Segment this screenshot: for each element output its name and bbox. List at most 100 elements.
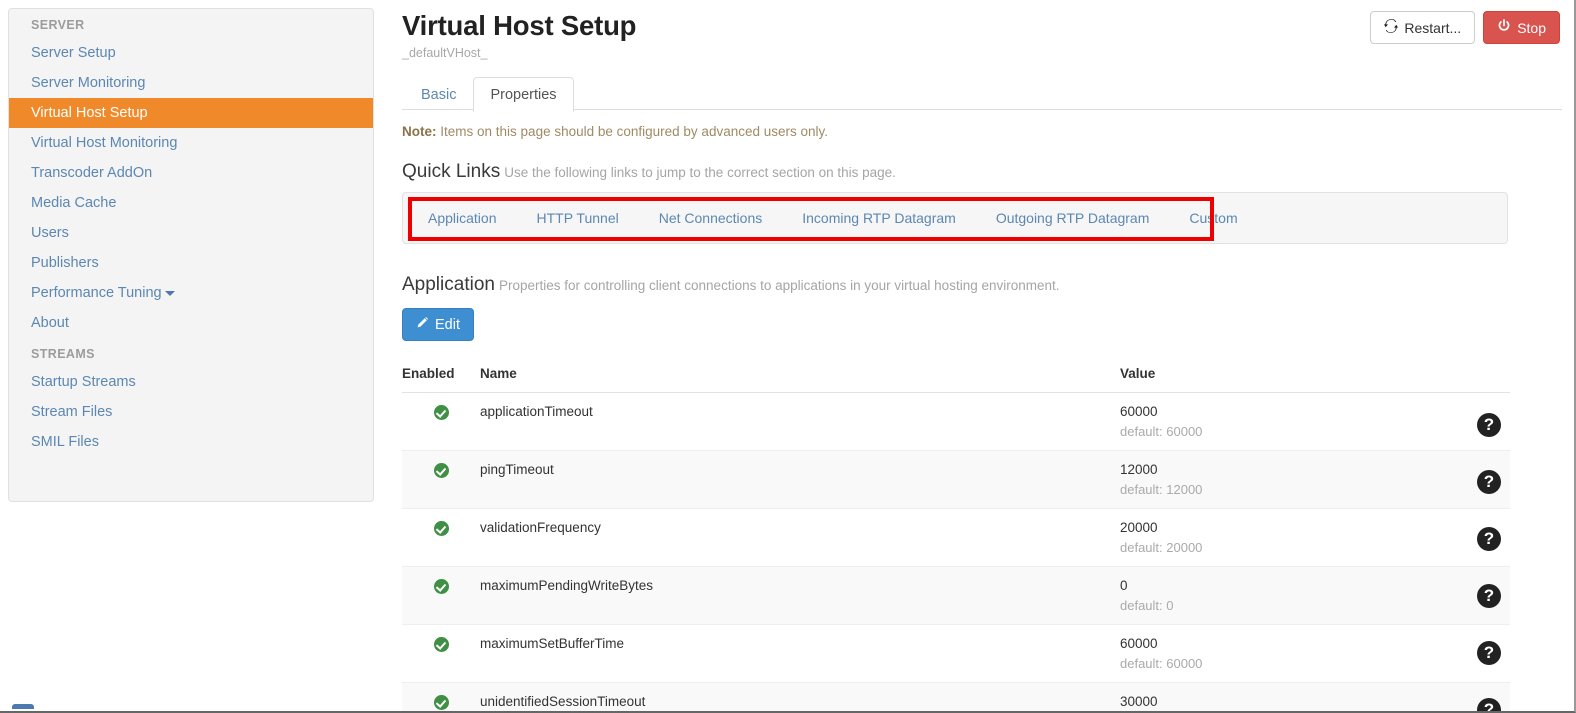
help-circle-icon[interactable]: ?: [1477, 584, 1501, 608]
check-circle-icon: [433, 636, 449, 652]
cell-enabled: [402, 508, 480, 567]
sidebar-item-label: Media Cache: [31, 195, 117, 211]
property-value: 60000: [1120, 636, 1158, 651]
sidebar-item-label: Publishers: [31, 255, 99, 271]
quick-links-panel: Application HTTP Tunnel Net Connections Inc…: [402, 192, 1508, 244]
stop-button[interactable]: Stop: [1483, 11, 1560, 44]
property-value: 30000: [1120, 694, 1158, 709]
sidebar-item-label: Stream Files: [31, 404, 113, 420]
sidebar-item-smil-files[interactable]: SMIL Files: [9, 427, 373, 457]
check-circle-icon: [433, 578, 449, 594]
property-default-value: default: 20000: [1120, 540, 1203, 555]
edit-button-label: Edit: [435, 316, 460, 333]
sidebar-item-startup-streams[interactable]: Startup Streams: [9, 367, 373, 397]
quick-links-title: Quick Links: [402, 161, 501, 182]
cell-property-value: 0 default: 0: [1120, 566, 1450, 625]
sidebar-item-label: Startup Streams: [31, 374, 136, 390]
window-actions: Restart... Stop: [1370, 11, 1560, 44]
cell-property-name: unidentifiedSessionTimeout: [480, 682, 1120, 711]
check-circle-icon: [433, 520, 449, 536]
sidebar-item-label: Virtual Host Monitoring: [31, 135, 178, 151]
sidebar-item-label: Users: [31, 225, 69, 241]
check-circle-icon: [433, 404, 449, 420]
table-header-row: Enabled Name Value: [402, 355, 1510, 393]
cell-enabled: [402, 682, 480, 711]
column-header-enabled: Enabled: [402, 355, 480, 393]
quick-link-application[interactable]: Application: [428, 210, 497, 226]
help-circle-icon[interactable]: ?: [1477, 470, 1501, 494]
application-section-description: Properties for controlling client connec…: [498, 278, 1060, 293]
note-text: Items on this page should be configured …: [440, 124, 829, 139]
sidebar-item-label: Performance Tuning: [31, 285, 162, 301]
restart-button-label: Restart...: [1404, 19, 1462, 36]
application-section-title: Application: [402, 274, 495, 295]
application-window: SERVER Server Setup Server Monitoring Virtu…: [0, 0, 1576, 713]
cell-property-name: validationFrequency: [480, 508, 1120, 567]
property-value: 20000: [1120, 520, 1158, 535]
property-default-value: default: 60000: [1120, 424, 1203, 439]
cell-property-name: maximumSetBufferTime: [480, 624, 1120, 683]
sidebar-item-users[interactable]: Users: [9, 218, 373, 248]
cell-property-name: applicationTimeout: [480, 392, 1120, 451]
cell-enabled: [402, 624, 480, 683]
edit-button[interactable]: Edit: [402, 308, 474, 341]
sidebar-item-virtual-host-setup[interactable]: Virtual Host Setup: [9, 98, 373, 128]
refresh-icon: [1384, 19, 1399, 36]
column-header-value: Value: [1120, 355, 1450, 393]
cell-enabled: [402, 566, 480, 625]
chevron-down-icon: [164, 290, 175, 296]
sidebar-item-server-monitoring[interactable]: Server Monitoring: [9, 68, 373, 98]
application-section-heading: Application Properties for controlling cl…: [402, 274, 1562, 296]
quick-link-net-connections[interactable]: Net Connections: [659, 210, 763, 226]
cell-enabled: [402, 392, 480, 451]
help-circle-icon[interactable]: ?: [1477, 641, 1501, 665]
table-row: maximumPendingWriteBytes 0 default: 0: [402, 566, 1510, 625]
sidebar-item-performance-tuning[interactable]: Performance Tuning: [9, 278, 373, 308]
quick-links-heading: Quick Links Use the following links to ju…: [402, 161, 1562, 183]
property-default-value: default: 0: [1120, 598, 1174, 613]
sidebar-item-transcoder-addon[interactable]: Transcoder AddOn: [9, 158, 373, 188]
restart-button[interactable]: Restart...: [1370, 11, 1476, 44]
sidebar-group-title: STREAMS: [31, 347, 95, 361]
sidebar-item-label: Transcoder AddOn: [31, 165, 153, 181]
cell-property-value: 30000: [1120, 682, 1450, 711]
cell-enabled: [402, 450, 480, 509]
page-bottom-stub: [12, 704, 34, 709]
page-subtitle: _defaultVHost_: [402, 46, 488, 60]
sidebar-item-label: SMIL Files: [31, 434, 99, 450]
property-default-value: default: 60000: [1120, 656, 1203, 671]
quick-links-description: Use the following links to jump to the c…: [504, 165, 896, 180]
column-header-name: Name: [480, 355, 1120, 393]
sidebar-item-stream-files[interactable]: Stream Files: [9, 397, 373, 427]
table-row: maximumSetBufferTime 60000 default: 60000: [402, 624, 1510, 683]
help-circle-icon[interactable]: ?: [1477, 413, 1501, 437]
pencil-icon: [416, 316, 429, 333]
cell-property-name: pingTimeout: [480, 450, 1120, 509]
column-header-help: [1450, 355, 1510, 393]
power-icon: [1497, 19, 1511, 36]
table-row: validationFrequency 20000 default: 20000: [402, 508, 1510, 567]
sidebar-navigation: SERVER Server Setup Server Monitoring Virtu…: [8, 8, 374, 502]
property-value: 60000: [1120, 404, 1158, 419]
quick-link-incoming-rtp-datagram[interactable]: Incoming RTP Datagram: [802, 210, 956, 226]
cell-property-value: 20000 default: 20000: [1120, 508, 1450, 567]
tab-properties[interactable]: Properties: [473, 77, 574, 112]
cell-property-name: maximumPendingWriteBytes: [480, 566, 1120, 625]
sidebar-item-about[interactable]: About: [9, 308, 373, 338]
sidebar-item-virtual-host-monitoring[interactable]: Virtual Host Monitoring: [9, 128, 373, 158]
sidebar-item-publishers[interactable]: Publishers: [9, 248, 373, 278]
property-default-value: default: 12000: [1120, 482, 1203, 497]
quick-link-http-tunnel[interactable]: HTTP Tunnel: [537, 210, 619, 226]
sidebar-item-server-setup[interactable]: Server Setup: [9, 38, 373, 68]
main-content: Virtual Host Setup _defaultVHost_ Basic P…: [402, 0, 1562, 711]
quick-link-outgoing-rtp-datagram[interactable]: Outgoing RTP Datagram: [996, 210, 1150, 226]
note-prefix: Note:: [402, 124, 437, 139]
help-circle-icon[interactable]: ?: [1477, 527, 1501, 551]
property-value: 12000: [1120, 462, 1158, 477]
check-circle-icon: [433, 694, 449, 710]
sidebar-item-media-cache[interactable]: Media Cache: [9, 188, 373, 218]
tab-basic[interactable]: Basic: [404, 77, 473, 112]
quick-link-custom[interactable]: Custom: [1189, 210, 1237, 226]
cell-property-value: 60000 default: 60000: [1120, 392, 1450, 451]
cell-property-value: 60000 default: 60000: [1120, 624, 1450, 683]
